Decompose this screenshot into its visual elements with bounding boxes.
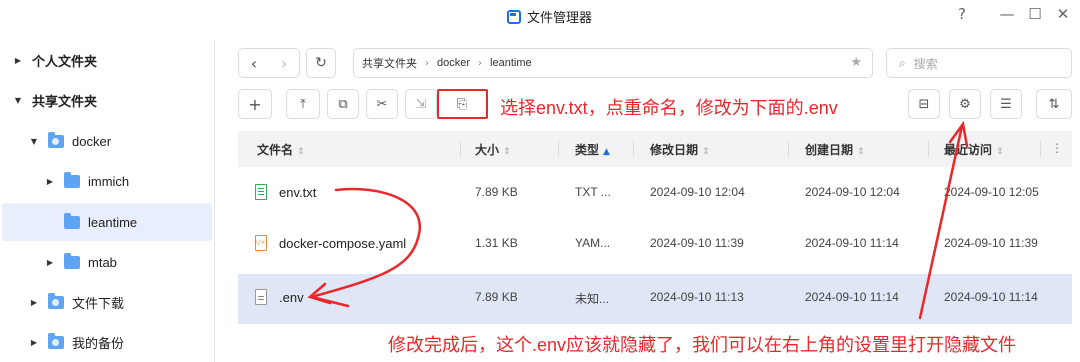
annotation-bottom: 修改完成后，这个.env应该就隐藏了，我们可以在右上角的设置里打开隐藏文件 [388, 335, 1017, 355]
annotation-arrows [307, 120, 969, 320]
curved-arrow-path [313, 187, 421, 298]
straight-arrow-path [918, 124, 964, 320]
